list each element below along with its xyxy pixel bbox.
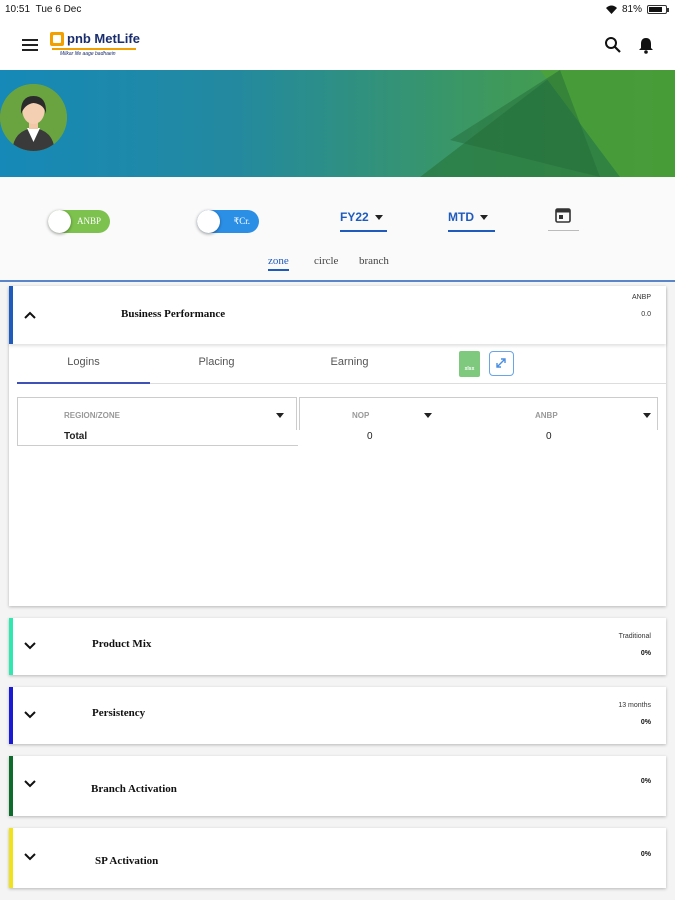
row-nop: 0	[367, 431, 373, 442]
fy-dropdown[interactable]: FY22	[340, 210, 387, 232]
filter-bar: ANBP ₹Cr. FY22 MTD zone circle branch	[0, 177, 675, 282]
chevron-down-icon[interactable]	[24, 853, 36, 861]
level-tabs: zone circle branch	[0, 255, 675, 275]
tab-earning[interactable]: Earning	[283, 353, 416, 384]
col-anbp: ANBP	[477, 397, 658, 430]
chevron-down-icon[interactable]	[24, 642, 36, 650]
performance-table: REGION/ZONE NOP ANBP Total 0 0	[17, 397, 658, 447]
battery-percent: 81%	[621, 4, 642, 15]
status-time: 10:51 Tue 6 Dec	[5, 4, 82, 15]
xlsx-export-icon[interactable]: xlsx	[459, 351, 480, 377]
battery-icon	[647, 5, 669, 14]
chevron-down-icon[interactable]	[24, 780, 36, 788]
wifi-icon	[605, 5, 617, 14]
tab-zone[interactable]: zone	[268, 255, 289, 271]
branch-activation-value: 0%	[640, 778, 651, 785]
chevron-up-icon[interactable]	[24, 311, 36, 319]
business-performance-card: Business Performance ANBP 0.0 Logins Pla…	[9, 286, 667, 606]
calendar-button[interactable]	[548, 205, 579, 231]
period-dropdown[interactable]: MTD	[448, 210, 495, 232]
sp-activation-title: SP Activation	[95, 855, 159, 867]
product-mix-meta: Traditional	[618, 633, 651, 640]
tab-circle[interactable]: circle	[314, 255, 338, 269]
business-performance-header[interactable]: Business Performance ANBP 0.0	[9, 286, 666, 344]
status-bar: 10:51 Tue 6 Dec 81%	[0, 0, 675, 20]
calendar-icon	[555, 208, 571, 223]
tab-logins[interactable]: Logins	[17, 353, 150, 384]
branch-activation-card[interactable]: Branch Activation 0%	[9, 756, 666, 816]
persistency-card[interactable]: Persistency 13 months 0%	[9, 687, 666, 744]
tab-branch[interactable]: branch	[359, 255, 389, 269]
sp-activation-value: 0%	[640, 851, 651, 858]
search-icon[interactable]	[603, 35, 623, 55]
anbp-toggle[interactable]: ANBP	[48, 210, 110, 233]
bell-icon[interactable]	[636, 35, 656, 55]
banner-pattern	[420, 70, 675, 177]
chevron-down-icon	[480, 215, 488, 221]
expand-icon[interactable]	[489, 351, 514, 376]
col-nop: NOP	[299, 397, 477, 430]
bp-tabs: Logins Placing Earning	[17, 353, 667, 384]
persistency-meta: 13 months	[618, 702, 651, 709]
chevron-down-icon	[374, 215, 383, 221]
product-mix-value: 0%	[640, 650, 651, 657]
table-row: Total	[17, 430, 298, 446]
currency-toggle[interactable]: ₹Cr.	[197, 210, 259, 233]
product-mix-card[interactable]: Product Mix Traditional 0%	[9, 618, 666, 675]
bp-meta-label: ANBP	[631, 294, 651, 301]
sort-caret-icon[interactable]	[643, 413, 651, 418]
col-region-zone: REGION/ZONE	[17, 397, 297, 430]
menu-icon[interactable]	[22, 39, 38, 51]
persistency-value: 0%	[640, 719, 651, 726]
chevron-down-icon[interactable]	[24, 711, 36, 719]
app-bar: pnb MetLife Milkar life aage badhaein	[0, 20, 675, 70]
sort-caret-icon[interactable]	[424, 413, 432, 418]
user-avatar[interactable]	[0, 84, 67, 151]
pnb-metlife-logo: pnb MetLife Milkar life aage badhaein	[50, 29, 150, 63]
tab-placing[interactable]: Placing	[150, 353, 283, 384]
row-region: Total	[64, 431, 88, 442]
profile-banner	[0, 70, 675, 177]
sort-caret-icon[interactable]	[276, 413, 284, 418]
branch-activation-title: Branch Activation	[91, 783, 177, 795]
row-anbp: 0	[546, 431, 552, 442]
business-performance-title: Business Performance	[121, 308, 226, 320]
persistency-title: Persistency	[92, 707, 146, 719]
product-mix-title: Product Mix	[92, 638, 152, 650]
bp-meta-value: 0.0	[641, 311, 651, 318]
sp-activation-card[interactable]: SP Activation 0%	[9, 828, 666, 888]
